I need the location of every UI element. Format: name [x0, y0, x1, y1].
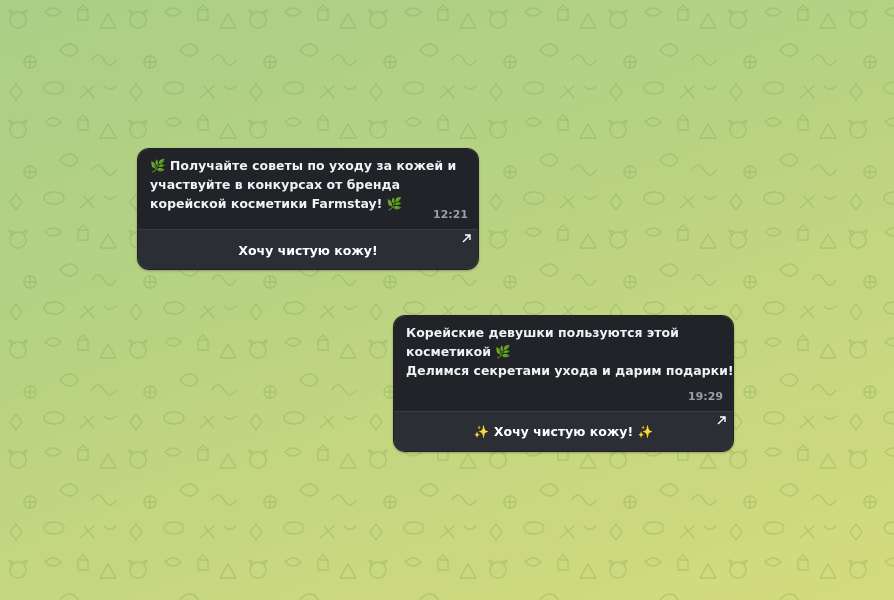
- message-2-line-3: Делимся секретами ухода и дарим подарки!: [406, 363, 734, 378]
- message-2-line-1: Корейские девушки пользуются этой: [406, 325, 679, 340]
- message-1-line-1: 🌿 Получайте советы по уходу за кожей и: [150, 158, 457, 173]
- message-1-line-2: участвуйте в конкурсах от бренда: [150, 177, 401, 192]
- inline-button-want-clean-skin-1[interactable]: Хочу чистую кожу!: [138, 229, 478, 269]
- arrow-up-right-icon: [717, 416, 726, 427]
- channel-post-2: Корейские девушки пользуются этой космет…: [393, 315, 734, 452]
- message-1-line-3: корейской косметики Farmstay! 🌿: [150, 196, 403, 211]
- inline-button-want-clean-skin-2[interactable]: ✨ Хочу чистую кожу! ✨: [394, 411, 733, 451]
- message-bubble-1: 🌿 Получайте советы по уходу за кожей и у…: [138, 149, 478, 229]
- chat-wallpaper-pattern: [0, 0, 894, 600]
- message-bubble-2: Корейские девушки пользуются этой космет…: [394, 316, 733, 411]
- inline-button-1-label: Хочу чистую кожу!: [238, 242, 378, 258]
- message-2-line-2: косметикой 🌿: [406, 344, 511, 359]
- arrow-up-right-icon: [462, 234, 471, 245]
- channel-post-1: 🌿 Получайте советы по уходу за кожей и у…: [137, 148, 479, 270]
- message-1-timestamp: 12:21: [432, 208, 468, 221]
- inline-button-2-label: ✨ Хочу чистую кожу! ✨: [473, 424, 654, 439]
- message-2-timestamp: 19:29: [687, 390, 723, 403]
